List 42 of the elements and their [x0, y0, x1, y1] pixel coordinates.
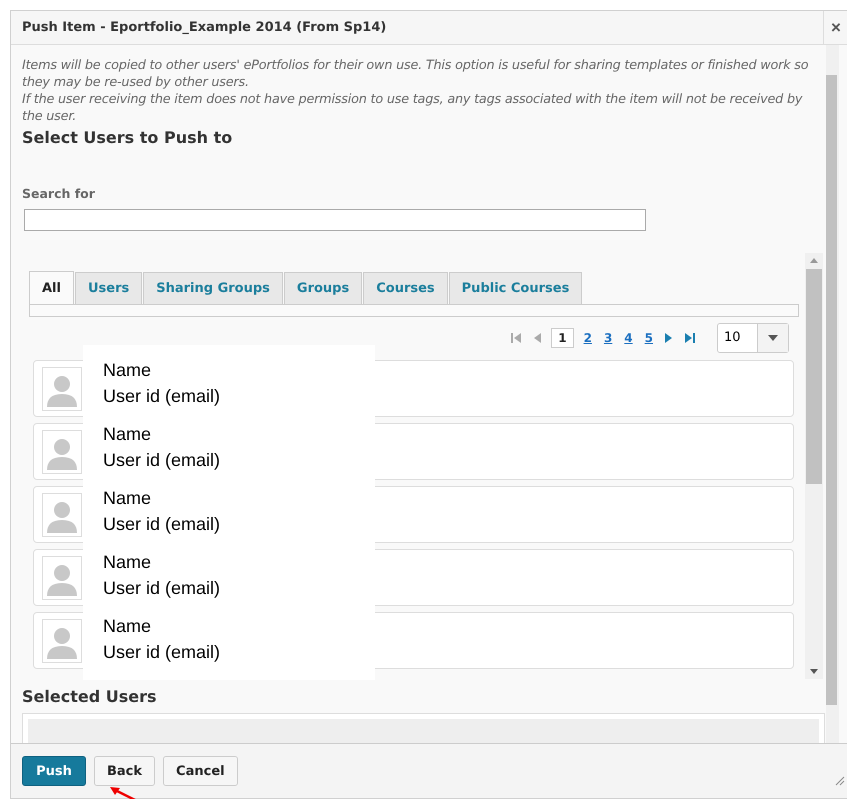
push-button[interactable]: Push: [22, 756, 86, 786]
window-title: Push Item - Eportfolio_Example 2014 (From Sp14): [21, 20, 388, 35]
section-heading: Selected Users: [22, 687, 158, 707]
user-id: User id (email): [103, 577, 222, 600]
user-id: User id (email): [103, 513, 222, 536]
tab[interactable]: All: [29, 271, 74, 304]
list-scrollbar[interactable]: [805, 253, 823, 679]
intro-text: Items will be copied to other users' ePortfolios for their own use. This option is useful for sharing templates or finished work so they may be re-used by other users.: [22, 57, 810, 91]
dropdown-icon: [768, 335, 778, 341]
last-page-icon[interactable]: [683, 331, 698, 345]
scroll-up-icon[interactable]: [810, 258, 818, 263]
tab[interactable]: Groups: [284, 272, 362, 304]
tab[interactable]: Users: [74, 272, 142, 304]
section-heading: Select Users to Push to: [22, 128, 234, 148]
page-link[interactable]: 5: [642, 331, 656, 345]
user-id: User id (email): [103, 385, 222, 408]
dialog-button[interactable]: Back: [94, 756, 156, 786]
tab[interactable]: Courses: [363, 272, 448, 304]
page-link[interactable]: 1: [551, 328, 574, 348]
page-link[interactable]: 4: [622, 331, 635, 345]
first-page-icon[interactable]: [509, 331, 524, 345]
search-label: Search for: [22, 186, 96, 201]
user-name: Name: [103, 487, 152, 510]
tab[interactable]: Public Courses: [448, 272, 582, 304]
page-size-select[interactable]: 10: [717, 323, 790, 353]
resize-grip-icon[interactable]: [833, 774, 845, 786]
page-link[interactable]: 2: [582, 331, 594, 345]
scrollbar-thumb[interactable]: [826, 75, 837, 705]
scrollbar-thumb[interactable]: [806, 269, 822, 484]
user-id: User id (email): [103, 641, 222, 664]
user-name: Name: [103, 423, 152, 446]
user-name: Name: [103, 615, 152, 638]
user-name: Name: [103, 551, 152, 574]
user-id: User id (email): [103, 449, 222, 472]
search-field[interactable]: [24, 209, 646, 231]
tab[interactable]: Sharing Groups: [143, 272, 283, 304]
intro-text: If the user receiving the item does not have permission to use tags, any tags associated with the item will not be received by the user.: [22, 91, 804, 125]
dialog-button[interactable]: Cancel: [163, 756, 238, 786]
user-name: Name: [103, 359, 152, 382]
scroll-down-icon[interactable]: [810, 669, 818, 674]
page-link[interactable]: 3: [602, 331, 614, 345]
scrollbar[interactable]: [826, 45, 839, 743]
